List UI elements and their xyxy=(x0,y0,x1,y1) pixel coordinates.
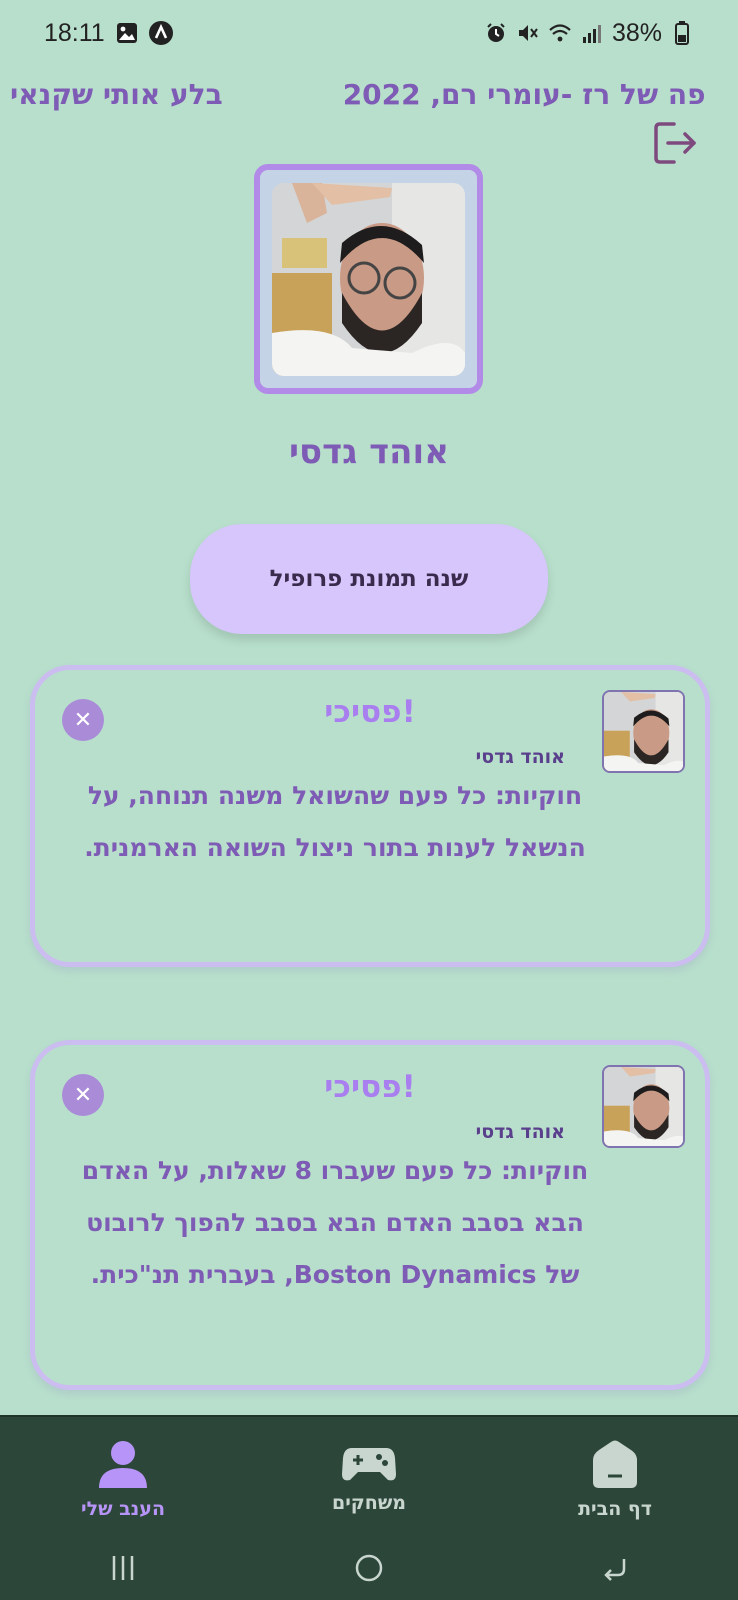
logout-icon[interactable] xyxy=(650,118,700,168)
change-profile-photo-button[interactable]: שנה תמונת פרופיל xyxy=(190,524,548,634)
author-avatar xyxy=(602,690,685,773)
profile-photo-frame xyxy=(254,164,483,394)
profile-name: אוהד גדסי xyxy=(289,432,449,472)
battery-percent: 38% xyxy=(611,18,662,47)
alarm-icon xyxy=(484,21,508,45)
wifi-icon xyxy=(548,21,572,45)
card-author: אוהד גדסי xyxy=(475,746,565,768)
status-time: 18:11 xyxy=(44,18,105,47)
person-icon xyxy=(99,1440,147,1488)
back-icon[interactable] xyxy=(600,1553,630,1587)
home-button-icon[interactable] xyxy=(353,1552,385,1588)
gamepad-icon xyxy=(342,1447,396,1480)
gallery-icon xyxy=(115,21,139,45)
marquee-item-1: פה של רז -עומרי רם, 2022 xyxy=(342,78,706,111)
marquee-item-2: בלע אותי שקנאי xyxy=(10,78,223,111)
nav-label-home: דף הבית xyxy=(578,1497,652,1520)
card-text: חוקיות: כל פעם שעברו 8 שאלות, על האדם הב… xyxy=(81,1156,589,1289)
card-author: אוהד גדסי xyxy=(475,1121,565,1143)
mute-icon xyxy=(516,21,540,45)
rule-card: ✕ פסיכי! אוהד גדסי חוקיות: כל פעם שהשואל… xyxy=(30,665,710,967)
system-navigation-bar xyxy=(0,1540,738,1600)
a-badge-icon xyxy=(148,21,173,45)
recent-apps-icon[interactable] xyxy=(108,1553,138,1587)
nav-label-my-branch: הענב שלי xyxy=(80,1497,165,1520)
nav-item-home[interactable]: דף הבית xyxy=(515,1438,715,1520)
rule-card: ✕ פסיכי! אוהד גדסי חוקיות: כל פעם שעברו … xyxy=(30,1040,710,1390)
author-avatar xyxy=(602,1065,685,1148)
marquee-banner: פה של רז -עומרי רם, 2022 בלע אותי שקנאי xyxy=(0,72,738,122)
signal-icon xyxy=(580,21,604,45)
status-bar: 18:11 38% xyxy=(0,0,738,66)
home-icon xyxy=(593,1440,637,1488)
profile-photo xyxy=(272,182,465,376)
card-text: חוקיות: כל פעם שהשואל משנה תנוחה, על הנש… xyxy=(84,781,586,862)
battery-icon xyxy=(670,21,694,45)
nav-label-games: משחקים xyxy=(331,1491,407,1514)
bottom-navigation: הענב שלי משחקים דף הבית xyxy=(0,1415,738,1540)
nav-item-my-branch[interactable]: הענב שלי xyxy=(23,1438,223,1520)
nav-item-games[interactable]: משחקים xyxy=(269,1444,469,1514)
